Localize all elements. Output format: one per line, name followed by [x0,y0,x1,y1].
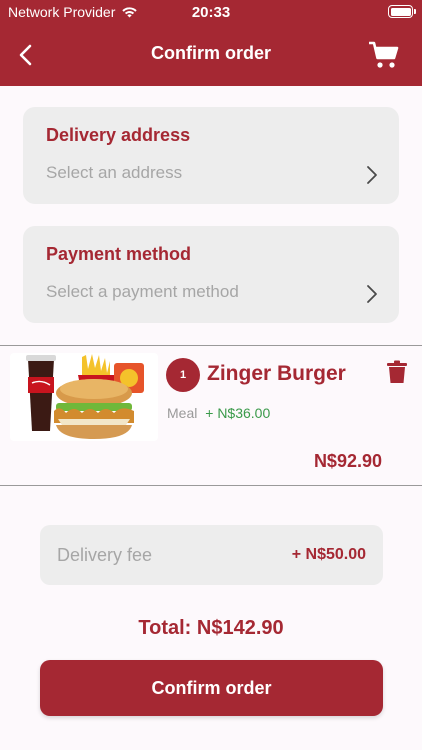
quantity-badge: 1 [166,358,200,392]
chevron-right-icon [367,285,377,303]
payment-method-selector[interactable]: Payment method Select a payment method [23,226,399,323]
divider [0,485,422,486]
app-header: Network Provider 20:33 Confirm order [0,0,422,86]
item-name: Zinger Burger [207,362,346,385]
battery-icon [388,5,416,18]
burger-meal-image [10,353,158,441]
status-bar: Network Provider 20:33 [0,0,422,24]
page-title: Confirm order [150,43,271,63]
delivery-address-selector[interactable]: Delivery address Select an address [23,107,399,204]
item-option-price: + N$36.00 [205,405,271,421]
order-total: Total: N$142.90 [138,617,284,639]
item-option-name: Meal [167,405,198,421]
delivery-fee-label: Delivery fee [57,545,153,565]
payment-method-placeholder: Select a payment method [46,282,239,301]
delivery-address-title: Delivery address [46,125,191,145]
status-time: 20:33 [191,4,231,21]
delivery-fee-value: + N$50.00 [291,546,366,563]
divider [0,345,422,346]
payment-method-title: Payment method [46,244,192,264]
confirm-order-button[interactable]: Confirm order [40,660,383,716]
item-total: N$92.90 [313,451,382,471]
item-option: Meal + N$36.00 [167,405,270,421]
delivery-fee-card: Delivery fee + N$50.00 [40,525,383,585]
delivery-address-placeholder: Select an address [46,163,183,182]
chevron-right-icon [367,166,377,184]
trash-icon[interactable] [386,360,408,384]
cart-icon[interactable] [368,40,400,70]
